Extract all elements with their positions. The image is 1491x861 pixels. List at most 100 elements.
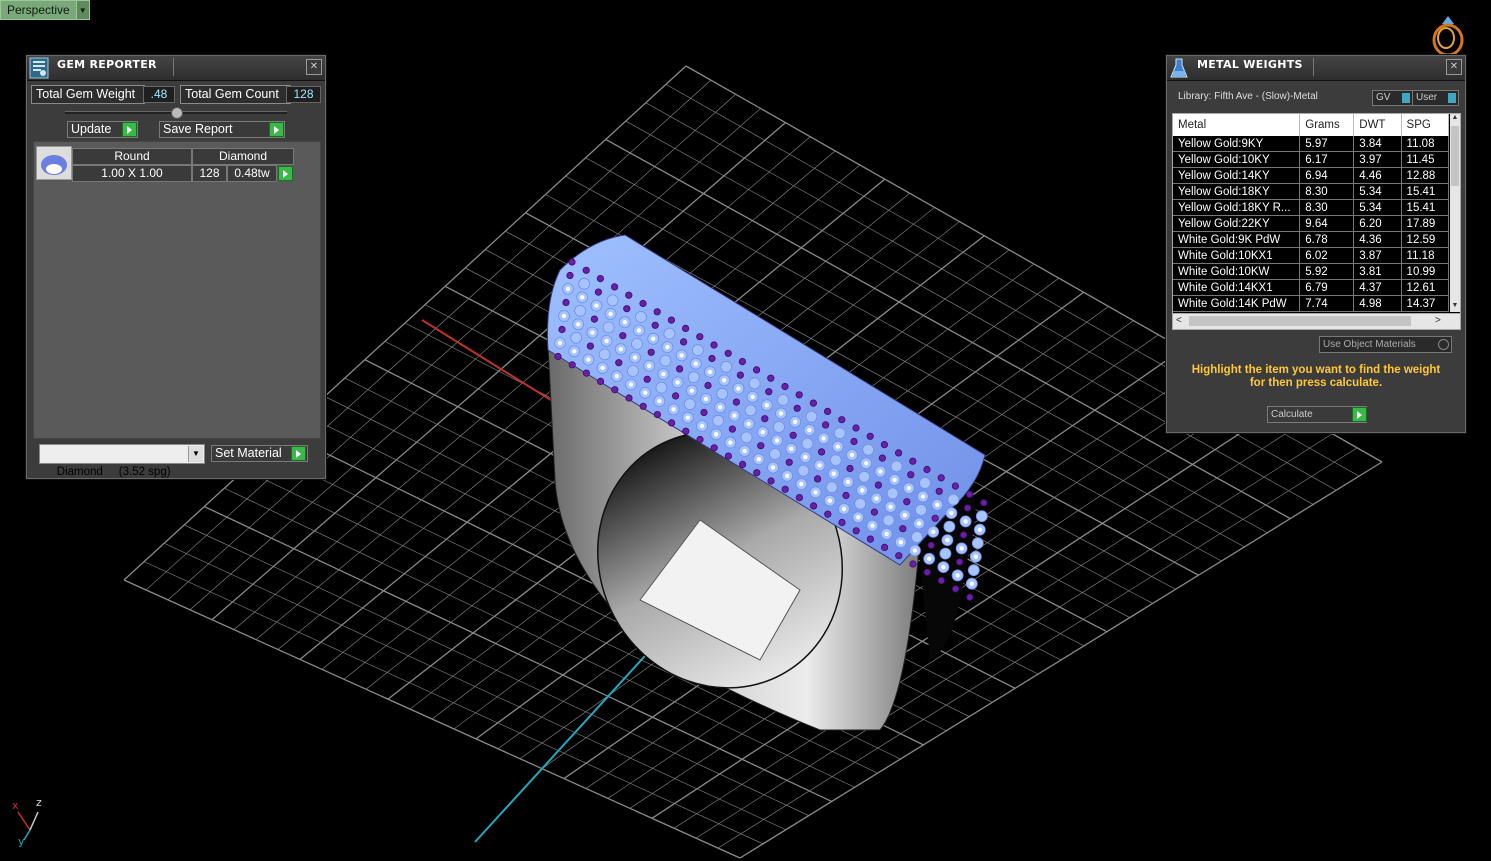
zoom-slider[interactable] bbox=[65, 107, 287, 119]
grams-cell: 7.74 bbox=[1299, 295, 1355, 312]
scroll-up-icon[interactable]: ▲ bbox=[1450, 114, 1460, 124]
grams-cell: 6.94 bbox=[1299, 167, 1355, 184]
scroll-left-icon[interactable]: < bbox=[1176, 315, 1182, 326]
close-icon[interactable]: ✕ bbox=[306, 59, 322, 75]
scroll-thumb[interactable] bbox=[1451, 126, 1459, 186]
gem-weight: 0.48tw bbox=[227, 165, 277, 182]
dwt-cell: 4.46 bbox=[1353, 167, 1402, 184]
gem-list: Round Diamond 1.00 X 1.00 128 0.48tw bbox=[33, 141, 321, 439]
toggle-indicator-icon bbox=[1438, 339, 1449, 350]
gem-shape: Round bbox=[72, 148, 192, 165]
grams-cell: 6.79 bbox=[1299, 279, 1355, 296]
column-header[interactable]: Grams bbox=[1299, 114, 1355, 136]
table-row[interactable]: White Gold:14K PdW 7.74 4.98 14.37 bbox=[1173, 295, 1450, 312]
table-row[interactable]: White Gold:9K PdW 6.78 4.36 12.59 bbox=[1173, 231, 1450, 248]
metal-name: Yellow Gold:22KY bbox=[1173, 215, 1301, 232]
total-gem-weight-value: .48 bbox=[143, 86, 175, 103]
dwt-cell: 6.20 bbox=[1353, 215, 1402, 232]
use-object-materials-toggle[interactable]: Use Object Materials bbox=[1319, 336, 1452, 353]
gem-count: 128 bbox=[192, 165, 227, 182]
material-select-value: Diamond (3.52 spg) bbox=[56, 466, 171, 478]
gem-material: Diamond bbox=[192, 148, 294, 165]
set-material-label: Set Material bbox=[215, 446, 282, 460]
dwt-cell: 4.98 bbox=[1353, 295, 1402, 312]
set-material-go-icon[interactable] bbox=[291, 446, 306, 461]
gem-reporter-title: GEM REPORTER bbox=[57, 58, 157, 71]
gem-row[interactable]: Round Diamond 1.00 X 1.00 128 0.48tw bbox=[36, 146, 298, 182]
save-report-go-icon[interactable] bbox=[269, 122, 284, 137]
dwt-cell: 4.37 bbox=[1353, 279, 1402, 296]
gem-size: 1.00 X 1.00 bbox=[72, 165, 192, 182]
metal-name: Yellow Gold:10KY bbox=[1173, 151, 1301, 168]
spg-cell: 12.88 bbox=[1401, 167, 1450, 184]
spg-cell: 14.37 bbox=[1401, 295, 1450, 312]
dwt-cell: 5.34 bbox=[1353, 199, 1402, 216]
metal-name: White Gold:9K PdW bbox=[1173, 231, 1301, 248]
column-header[interactable]: Metal bbox=[1173, 114, 1301, 136]
view-mode-selector[interactable]: Perspective ▼ bbox=[0, 0, 90, 20]
gem-row-go-icon[interactable] bbox=[278, 166, 293, 181]
gem-reporter-titlebar[interactable]: GEM REPORTER ✕ bbox=[27, 56, 325, 81]
axis-triad: x z y bbox=[12, 796, 42, 848]
view-mode-label[interactable]: Perspective bbox=[0, 0, 77, 20]
metal-name: Yellow Gold:9KY bbox=[1173, 136, 1301, 152]
spg-cell: 11.45 bbox=[1401, 151, 1450, 168]
scroll-right-icon[interactable]: > bbox=[1435, 315, 1441, 326]
table-row[interactable]: Yellow Gold:18KY R... 8.30 5.34 15.41 bbox=[1173, 199, 1450, 216]
ring-model[interactable] bbox=[547, 234, 988, 731]
slider-handle[interactable] bbox=[171, 107, 183, 119]
toggle-indicator-icon bbox=[1448, 93, 1456, 103]
table-row[interactable]: White Gold:10KW 5.92 3.81 10.99 bbox=[1173, 263, 1450, 280]
table-row[interactable]: Yellow Gold:10KY 6.17 3.97 11.45 bbox=[1173, 151, 1450, 168]
metal-name: Yellow Gold:18KY bbox=[1173, 183, 1301, 200]
calculate-go-icon[interactable] bbox=[1352, 407, 1367, 422]
total-gem-count-label: Total Gem Count bbox=[180, 85, 291, 104]
chevron-down-icon[interactable]: ▼ bbox=[76, 0, 90, 20]
chevron-down-icon[interactable]: ▼ bbox=[188, 446, 203, 462]
metal-weights-panel: METAL WEIGHTS ✕ Library: Fifth Ave - (Sl… bbox=[1166, 55, 1466, 433]
spg-cell: 15.41 bbox=[1401, 183, 1450, 200]
user-toggle[interactable]: User bbox=[1412, 90, 1459, 106]
axis-x-label: x bbox=[12, 799, 19, 812]
spg-cell: 11.18 bbox=[1401, 247, 1450, 264]
grams-cell: 9.64 bbox=[1299, 215, 1355, 232]
gem-reporter-panel: GEM REPORTER ✕ Total Gem Weight .48 Tota… bbox=[26, 55, 326, 479]
dwt-cell: 5.34 bbox=[1353, 183, 1402, 200]
spg-cell: 17.89 bbox=[1401, 215, 1450, 232]
table-row[interactable]: White Gold:10KX1 6.02 3.87 11.18 bbox=[1173, 247, 1450, 264]
app-logo-icon bbox=[1432, 16, 1464, 57]
table-row[interactable]: Yellow Gold:9KY 5.97 3.84 11.08 bbox=[1173, 136, 1450, 152]
horizontal-scrollbar[interactable]: < > bbox=[1173, 313, 1460, 329]
table-header-row: Metal Grams DWT SPG bbox=[1173, 114, 1450, 136]
spg-cell: 12.59 bbox=[1401, 231, 1450, 248]
column-header[interactable]: SPG bbox=[1401, 114, 1450, 136]
scroll-down-icon[interactable]: ▼ bbox=[1450, 302, 1460, 312]
spg-cell: 12.61 bbox=[1401, 279, 1450, 296]
table-row[interactable]: Yellow Gold:22KY 9.64 6.20 17.89 bbox=[1173, 215, 1450, 232]
table-row[interactable]: Yellow Gold:18KY 8.30 5.34 15.41 bbox=[1173, 183, 1450, 200]
instruction-text: Highlight the item you want to find the … bbox=[1191, 364, 1441, 389]
metal-table-container: Metal Grams DWT SPG Yellow Gold:9KY 5.97 3… bbox=[1172, 113, 1461, 330]
metal-name: White Gold:10KX1 bbox=[1173, 247, 1301, 264]
vertical-scrollbar[interactable]: ▲ ▼ bbox=[1450, 114, 1460, 312]
metal-weights-titlebar[interactable]: METAL WEIGHTS ✕ bbox=[1167, 56, 1465, 81]
save-report-button[interactable]: Save Report bbox=[159, 121, 285, 138]
grams-cell: 5.97 bbox=[1299, 136, 1355, 152]
dwt-cell: 3.81 bbox=[1353, 263, 1402, 280]
update-go-icon[interactable] bbox=[122, 122, 137, 137]
material-select[interactable]: Diamond (3.52 spg) ▼ bbox=[39, 444, 205, 478]
calculate-label: Calculate bbox=[1271, 409, 1313, 420]
gv-toggle[interactable]: GV bbox=[1372, 90, 1413, 106]
metal-table: Metal Grams DWT SPG Yellow Gold:9KY 5.97 3… bbox=[1173, 114, 1450, 312]
scroll-thumb[interactable] bbox=[1189, 316, 1411, 326]
total-gem-count-value: 128 bbox=[286, 86, 321, 103]
spg-cell: 10.99 bbox=[1401, 263, 1450, 280]
dwt-cell: 3.87 bbox=[1353, 247, 1402, 264]
table-row[interactable]: Yellow Gold:14KY 6.94 4.46 12.88 bbox=[1173, 167, 1450, 184]
update-label: Update bbox=[71, 122, 112, 136]
close-icon[interactable]: ✕ bbox=[1446, 59, 1462, 75]
metal-name: Yellow Gold:18KY R... bbox=[1173, 199, 1301, 216]
table-row[interactable]: White Gold:14KX1 6.79 4.37 12.61 bbox=[1173, 279, 1450, 296]
gv-toggle-label: GV bbox=[1376, 92, 1391, 103]
column-header[interactable]: DWT bbox=[1353, 114, 1402, 136]
